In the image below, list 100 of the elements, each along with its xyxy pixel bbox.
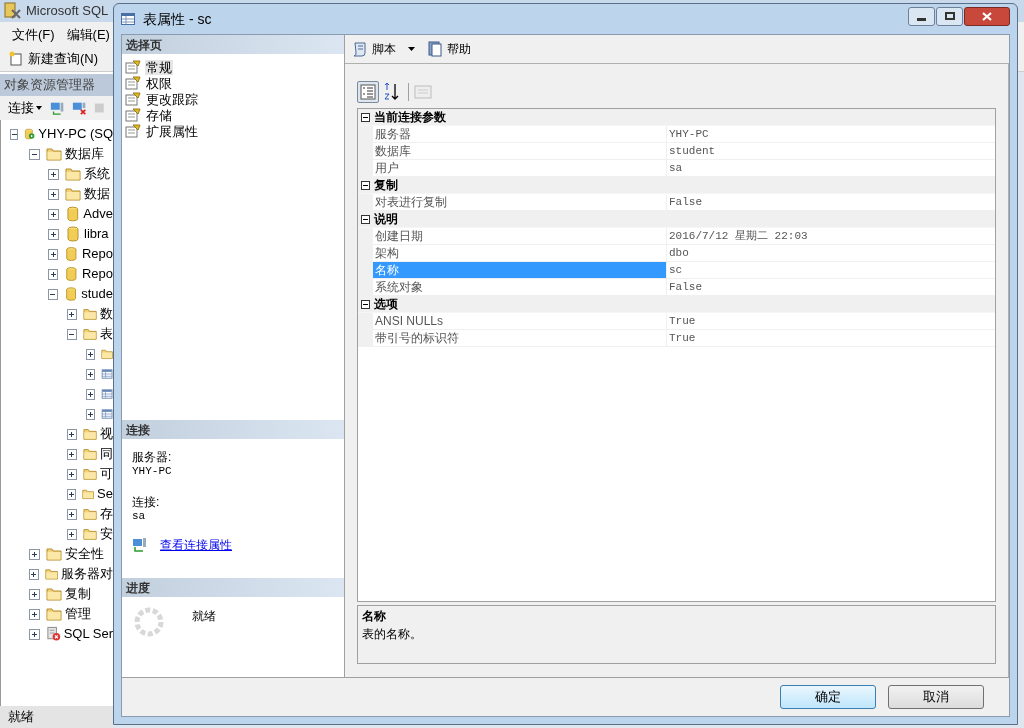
expander-icon[interactable] xyxy=(67,508,77,520)
property-name[interactable]: 创建日期 xyxy=(373,228,667,244)
tree-item-label[interactable]: 数据 xyxy=(84,184,110,204)
collapse-icon[interactable] xyxy=(361,180,370,190)
tree-item-label[interactable]: SQL Ser xyxy=(63,624,113,644)
property-name[interactable]: ANSI NULLs xyxy=(373,313,667,329)
expander-icon[interactable] xyxy=(67,428,77,440)
expander-icon[interactable] xyxy=(29,568,39,580)
scroll-icon xyxy=(352,41,368,57)
tree-item-label[interactable]: 表 xyxy=(100,324,113,344)
expander-icon[interactable] xyxy=(67,528,77,540)
categorized-view-button[interactable] xyxy=(357,81,379,103)
expander-icon[interactable] xyxy=(48,208,59,220)
tree-item-label[interactable]: 系统 xyxy=(84,164,110,184)
expander-icon[interactable] xyxy=(48,168,59,180)
page-list-item[interactable]: 存储 xyxy=(145,107,173,123)
expander-icon[interactable] xyxy=(48,288,58,300)
tree-item-label[interactable]: 复制 xyxy=(65,584,91,604)
section-header: 进度 xyxy=(122,578,344,597)
category-label: 复制 xyxy=(374,177,398,194)
tree-item-label[interactable]: 视 xyxy=(100,424,113,444)
tree-item-label[interactable]: Adve xyxy=(83,204,113,224)
page-icon xyxy=(125,124,141,138)
dialog-button[interactable]: 确定 xyxy=(780,685,876,709)
property-name[interactable]: 带引号的标识符 xyxy=(373,330,667,346)
tree-item-label[interactable]: 数 xyxy=(100,304,113,324)
expander-icon[interactable] xyxy=(86,348,95,360)
tree-item-label[interactable]: 可 xyxy=(100,464,113,484)
page-list-item[interactable]: 常规 xyxy=(145,59,173,75)
expander-icon[interactable] xyxy=(48,268,59,280)
expander-icon[interactable] xyxy=(48,248,59,260)
expander-icon[interactable] xyxy=(67,308,77,320)
tree-item-label[interactable]: Repo xyxy=(81,264,113,284)
expander-icon[interactable] xyxy=(29,588,40,600)
tree-item-label[interactable]: libra xyxy=(84,224,109,244)
tree-item-label[interactable]: 安 xyxy=(100,524,113,544)
collapse-icon[interactable] xyxy=(361,214,370,224)
folder-icon xyxy=(46,546,62,562)
expander-icon[interactable] xyxy=(29,628,40,640)
folder-icon xyxy=(82,506,97,522)
collapse-icon[interactable] xyxy=(361,112,370,122)
help-button[interactable]: 帮助 xyxy=(427,40,471,58)
expander-icon[interactable] xyxy=(48,228,59,240)
tree-item-label[interactable]: 安全性 xyxy=(65,544,104,564)
folder-icon xyxy=(65,166,81,182)
menu-item[interactable]: 编辑(E) xyxy=(66,24,110,45)
connect-server-icon[interactable] xyxy=(50,100,65,116)
tree-item-label[interactable]: 服务器对 xyxy=(61,564,113,584)
expander-icon[interactable] xyxy=(86,388,95,400)
category-label: 说明 xyxy=(374,211,398,228)
property-name[interactable]: 用户 xyxy=(373,160,667,176)
new-query-button[interactable]: 新建查询(N) xyxy=(8,49,99,69)
property-name[interactable]: 对表进行复制 xyxy=(373,194,667,210)
tree-item-label[interactable]: YHY-PC (SQ xyxy=(38,124,113,144)
expander-icon[interactable] xyxy=(10,128,19,140)
category-label: 选项 xyxy=(374,296,398,313)
tree-item-label[interactable]: Se xyxy=(97,484,113,504)
menu-item[interactable]: 文件(F) xyxy=(12,24,55,45)
property-value: False xyxy=(667,279,995,295)
tree-item-label[interactable]: Repo xyxy=(81,244,113,264)
maximize-button[interactable] xyxy=(936,6,963,26)
expander-icon[interactable] xyxy=(29,608,40,620)
property-name[interactable]: 服务器 xyxy=(373,126,667,142)
script-button[interactable]: 脚本 xyxy=(352,40,396,58)
page-icon xyxy=(125,108,141,122)
tree-item-label[interactable]: 存 xyxy=(100,504,113,524)
status-bar: 就绪 xyxy=(0,706,113,728)
expander-icon[interactable] xyxy=(29,548,40,560)
property-name[interactable]: 系统对象 xyxy=(373,279,667,295)
caret-icon xyxy=(36,106,42,110)
expander-icon[interactable] xyxy=(67,468,77,480)
property-name[interactable]: 数据库 xyxy=(373,143,667,159)
close-icon xyxy=(982,11,992,21)
tree-item-label[interactable]: 管理 xyxy=(65,604,91,624)
close-button[interactable] xyxy=(964,6,1010,26)
expander-icon[interactable] xyxy=(86,368,95,380)
tree-item-label[interactable]: 数据库 xyxy=(65,144,104,164)
view-connection-properties-link[interactable]: 查看连接属性 xyxy=(160,536,232,554)
page-list-item[interactable]: 更改跟踪 xyxy=(145,91,199,107)
expander-icon[interactable] xyxy=(86,408,95,420)
page-list-item[interactable]: 权限 xyxy=(145,75,173,91)
expander-icon[interactable] xyxy=(67,488,76,500)
expander-icon[interactable] xyxy=(67,328,77,340)
page-list-item[interactable]: 扩展属性 xyxy=(145,123,199,139)
expander-icon[interactable] xyxy=(67,448,77,460)
dialog-button[interactable]: 取消 xyxy=(888,685,984,709)
collapse-icon[interactable] xyxy=(361,299,370,309)
folder-icon xyxy=(82,326,97,342)
folder-icon xyxy=(46,606,62,622)
folder-icon xyxy=(82,446,97,462)
expander-icon[interactable] xyxy=(48,188,59,200)
tree-item-label[interactable]: 同 xyxy=(100,444,113,464)
disconnect-server-icon[interactable] xyxy=(72,100,87,116)
expander-icon[interactable] xyxy=(29,148,40,160)
folder-icon xyxy=(82,306,97,322)
minimize-button[interactable] xyxy=(908,6,935,26)
property-value: dbo xyxy=(667,245,995,261)
property-value: student xyxy=(667,143,995,159)
property-name[interactable]: 架构 xyxy=(373,245,667,261)
tree-item-label[interactable]: stude xyxy=(81,284,113,304)
